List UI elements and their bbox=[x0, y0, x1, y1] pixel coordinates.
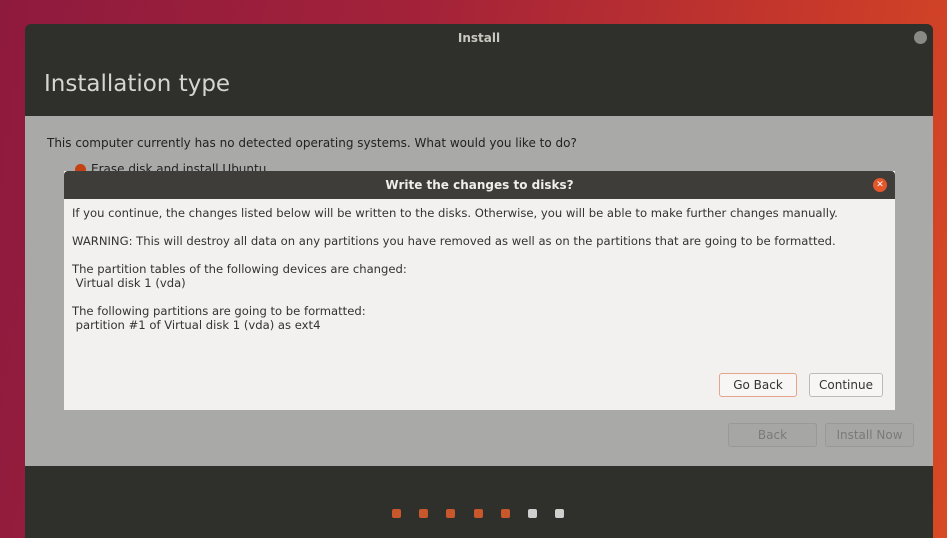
erase-disk-option[interactable]: Erase disk and install Ubuntu bbox=[75, 162, 266, 171]
dialog-warning: WARNING: This will destroy all data on a… bbox=[72, 234, 836, 248]
window-title: Install bbox=[457, 31, 501, 45]
dialog-info: If you continue, the changes listed belo… bbox=[72, 206, 838, 220]
write-changes-dialog: Write the changes to disks? ✕ If you cont… bbox=[64, 171, 895, 410]
tables-header: The partition tables of the following de… bbox=[72, 262, 407, 276]
go-back-button[interactable]: Go Back bbox=[719, 373, 797, 397]
dialog-title: Write the changes to disks? bbox=[385, 178, 574, 192]
question-text: This computer currently has no detected … bbox=[47, 136, 577, 150]
format-header: The following partitions are going to be… bbox=[72, 304, 366, 318]
back-button[interactable]: Back bbox=[728, 423, 817, 447]
minimize-icon[interactable] bbox=[914, 31, 927, 44]
progress-dot bbox=[446, 509, 456, 518]
page-title: Installation type bbox=[44, 71, 231, 97]
install-now-button[interactable]: Install Now bbox=[825, 423, 914, 447]
progress-dot bbox=[528, 509, 537, 518]
progress-dot bbox=[500, 509, 510, 518]
erase-disk-label: Erase disk and install Ubuntu bbox=[91, 162, 267, 171]
progress-dot bbox=[392, 509, 401, 518]
radio-selected-icon[interactable] bbox=[75, 164, 86, 171]
continue-button[interactable]: Continue bbox=[809, 373, 883, 397]
tables-device: Virtual disk 1 (vda) bbox=[72, 276, 186, 290]
close-icon[interactable]: ✕ bbox=[873, 178, 887, 192]
progress-dot bbox=[555, 509, 565, 518]
progress-footer bbox=[25, 466, 933, 538]
format-item: partition #1 of Virtual disk 1 (vda) as … bbox=[72, 318, 321, 332]
progress-dot bbox=[419, 509, 429, 518]
progress-dot bbox=[473, 509, 483, 518]
